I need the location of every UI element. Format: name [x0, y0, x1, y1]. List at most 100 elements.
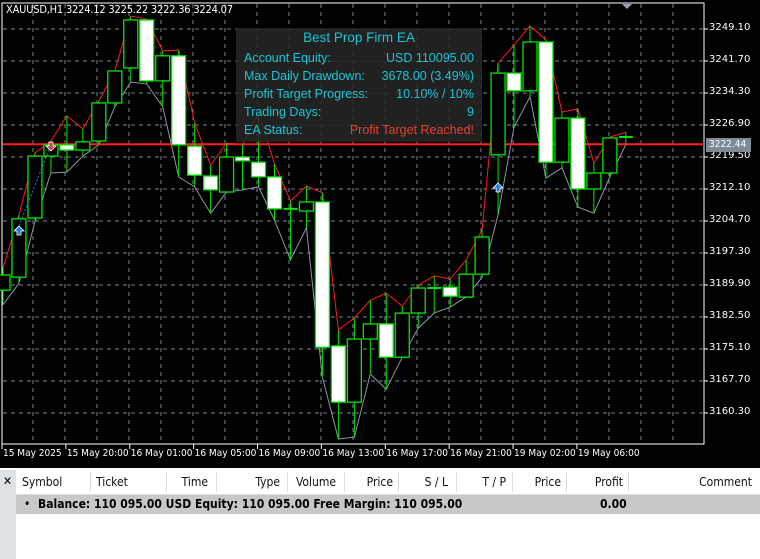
- dashboard-label: Account Equity:: [244, 51, 331, 65]
- candle-bullish: [27, 155, 43, 219]
- x-tick-label: 19 May 06:00: [577, 448, 640, 459]
- column-divider[interactable]: [398, 472, 399, 492]
- x-tick-label: 16 May 09:00: [258, 448, 321, 459]
- candle-bullish: [490, 72, 506, 156]
- column-header[interactable]: Volume: [296, 475, 336, 489]
- dashboard-label: Trading Days:: [244, 105, 322, 119]
- y-tick-label: 3204.70: [709, 213, 751, 225]
- balance-summary: Balance: 110 095.00 USD Equity: 110 095.…: [38, 497, 463, 511]
- dashboard-row-status: EA Status: Profit Target Reached!: [244, 123, 474, 141]
- column-header[interactable]: T / P: [482, 475, 506, 489]
- x-tick-label: 16 May 13:00: [322, 448, 385, 459]
- x-tick-label: 16 May 05:00: [194, 448, 257, 459]
- candle-bullish: [298, 201, 315, 212]
- y-tick-label: 3241.70: [709, 53, 751, 65]
- candle-bearish: [378, 323, 394, 358]
- column-divider[interactable]: [512, 472, 513, 492]
- x-tick-label: 16 May 21:00: [450, 448, 512, 459]
- dashboard-title: Best Prop Firm EA: [303, 30, 415, 45]
- y-tick-label: 3182.50: [709, 309, 751, 321]
- candle-bullish: [362, 323, 378, 340]
- y-tick-label: 3160.30: [709, 405, 751, 417]
- candle-bullish: [474, 236, 490, 275]
- candle-bullish: [123, 19, 139, 69]
- symbol-ohlc-header: XAUUSD,H1 3224.12 3225.22 3222.36 3224.0…: [6, 3, 233, 16]
- column-header[interactable]: Symbol: [22, 475, 62, 489]
- candle-bullish: [346, 338, 362, 403]
- candle-bearish: [330, 345, 347, 403]
- column-header[interactable]: Comment: [699, 475, 752, 489]
- x-tick-label: 16 May 01:00: [130, 448, 193, 459]
- y-tick-label: 3249.10: [709, 22, 751, 33]
- candle-bearish: [186, 145, 203, 176]
- y-tick-label: 3197.30: [709, 245, 751, 257]
- dashboard-value: USD 110095.00: [385, 51, 474, 65]
- x-tick-label: 15 May 20:00: [66, 448, 129, 459]
- current-price-tag: 3222.44: [706, 138, 751, 152]
- y-tick-label: 3234.30: [709, 85, 751, 97]
- candle-bearish: [570, 117, 586, 190]
- y-tick-label: 3175.10: [709, 341, 751, 353]
- column-divider[interactable]: [216, 472, 217, 492]
- bullet-icon: •: [24, 497, 31, 511]
- column-header[interactable]: Ticket: [96, 475, 128, 489]
- price-chart[interactable]: XAUUSD,H1 3224.12 3225.22 3222.36 3224.0…: [0, 0, 760, 468]
- candle-bearish: [234, 156, 251, 162]
- candle-bearish: [538, 41, 554, 163]
- candle-bearish: [139, 19, 155, 82]
- candle-bullish: [586, 172, 602, 190]
- candle-bearish: [171, 55, 187, 146]
- column-divider[interactable]: [166, 472, 167, 492]
- candle-bearish: [442, 286, 458, 297]
- candle-bullish: [410, 287, 426, 314]
- candle-bullish: [554, 117, 570, 163]
- ea-status-value: Profit Target Reached!: [349, 123, 474, 137]
- candle-bullish: [522, 41, 538, 92]
- candle-bullish: [458, 273, 474, 298]
- candle-bearish: [506, 72, 522, 92]
- balance-row[interactable]: • Balance: 110 095.00 USD Equity: 110 09…: [16, 495, 760, 514]
- dashboard-label: Max Daily Drawdown:: [244, 69, 365, 83]
- candle-bullish: [0, 274, 11, 291]
- candle-bullish: [218, 156, 235, 193]
- candle-bullish: [91, 102, 107, 142]
- column-divider[interactable]: [628, 472, 629, 492]
- y-tick-label: 3226.90: [709, 117, 751, 129]
- candle-bearish: [250, 161, 267, 178]
- dashboard-row-trading-days: Trading Days: 9: [244, 105, 474, 123]
- column-header[interactable]: Time: [182, 475, 208, 489]
- candle-bullish: [107, 70, 123, 104]
- close-icon[interactable]: ✕: [3, 474, 12, 488]
- x-tick-label: 19 May 02:00: [514, 448, 576, 459]
- column-header[interactable]: S / L: [425, 475, 448, 489]
- dashboard-label: Profit Target Progress:: [244, 87, 369, 101]
- column-header[interactable]: Profit: [595, 475, 623, 489]
- candle-bearish: [314, 201, 331, 348]
- y-tick-label: 3189.90: [709, 277, 751, 289]
- column-header[interactable]: Price: [535, 475, 561, 489]
- candle-bullish: [602, 137, 618, 174]
- dashboard-row-drawdown: Max Daily Drawdown: 3678.00 (3.49%): [244, 69, 474, 87]
- chart-shift-triangle-icon: [622, 4, 632, 9]
- ea-dashboard-panel: Best Prop Firm EA Account Equity: USD 11…: [236, 28, 482, 142]
- dashboard-value: 9: [467, 105, 474, 119]
- column-divider[interactable]: [456, 472, 457, 492]
- column-divider[interactable]: [566, 472, 567, 492]
- x-tick-label: 16 May 17:00: [386, 448, 448, 459]
- column-header[interactable]: Type: [255, 475, 280, 489]
- candle-bearish: [266, 176, 283, 210]
- column-header[interactable]: Price: [367, 475, 393, 489]
- column-divider[interactable]: [90, 472, 91, 492]
- column-divider[interactable]: [344, 472, 345, 492]
- candle-bearish: [59, 144, 75, 151]
- balance-profit: 0.00: [600, 497, 627, 511]
- y-tick-label: 3167.70: [709, 373, 751, 385]
- terminal-sidebar: ✕: [0, 470, 16, 559]
- candle-bearish: [202, 175, 219, 191]
- x-tick-label: 15 May 2025: [3, 448, 62, 459]
- trade-table-header: Symbol Ticket Time Type Volume Price S / L T / …: [16, 470, 760, 495]
- column-divider[interactable]: [287, 472, 288, 492]
- y-tick-label: 3212.10: [709, 181, 751, 193]
- dashboard-row-progress: Profit Target Progress: 10.10% / 10%: [244, 87, 474, 105]
- dashboard-value: 3678.00 (3.49%): [381, 69, 474, 83]
